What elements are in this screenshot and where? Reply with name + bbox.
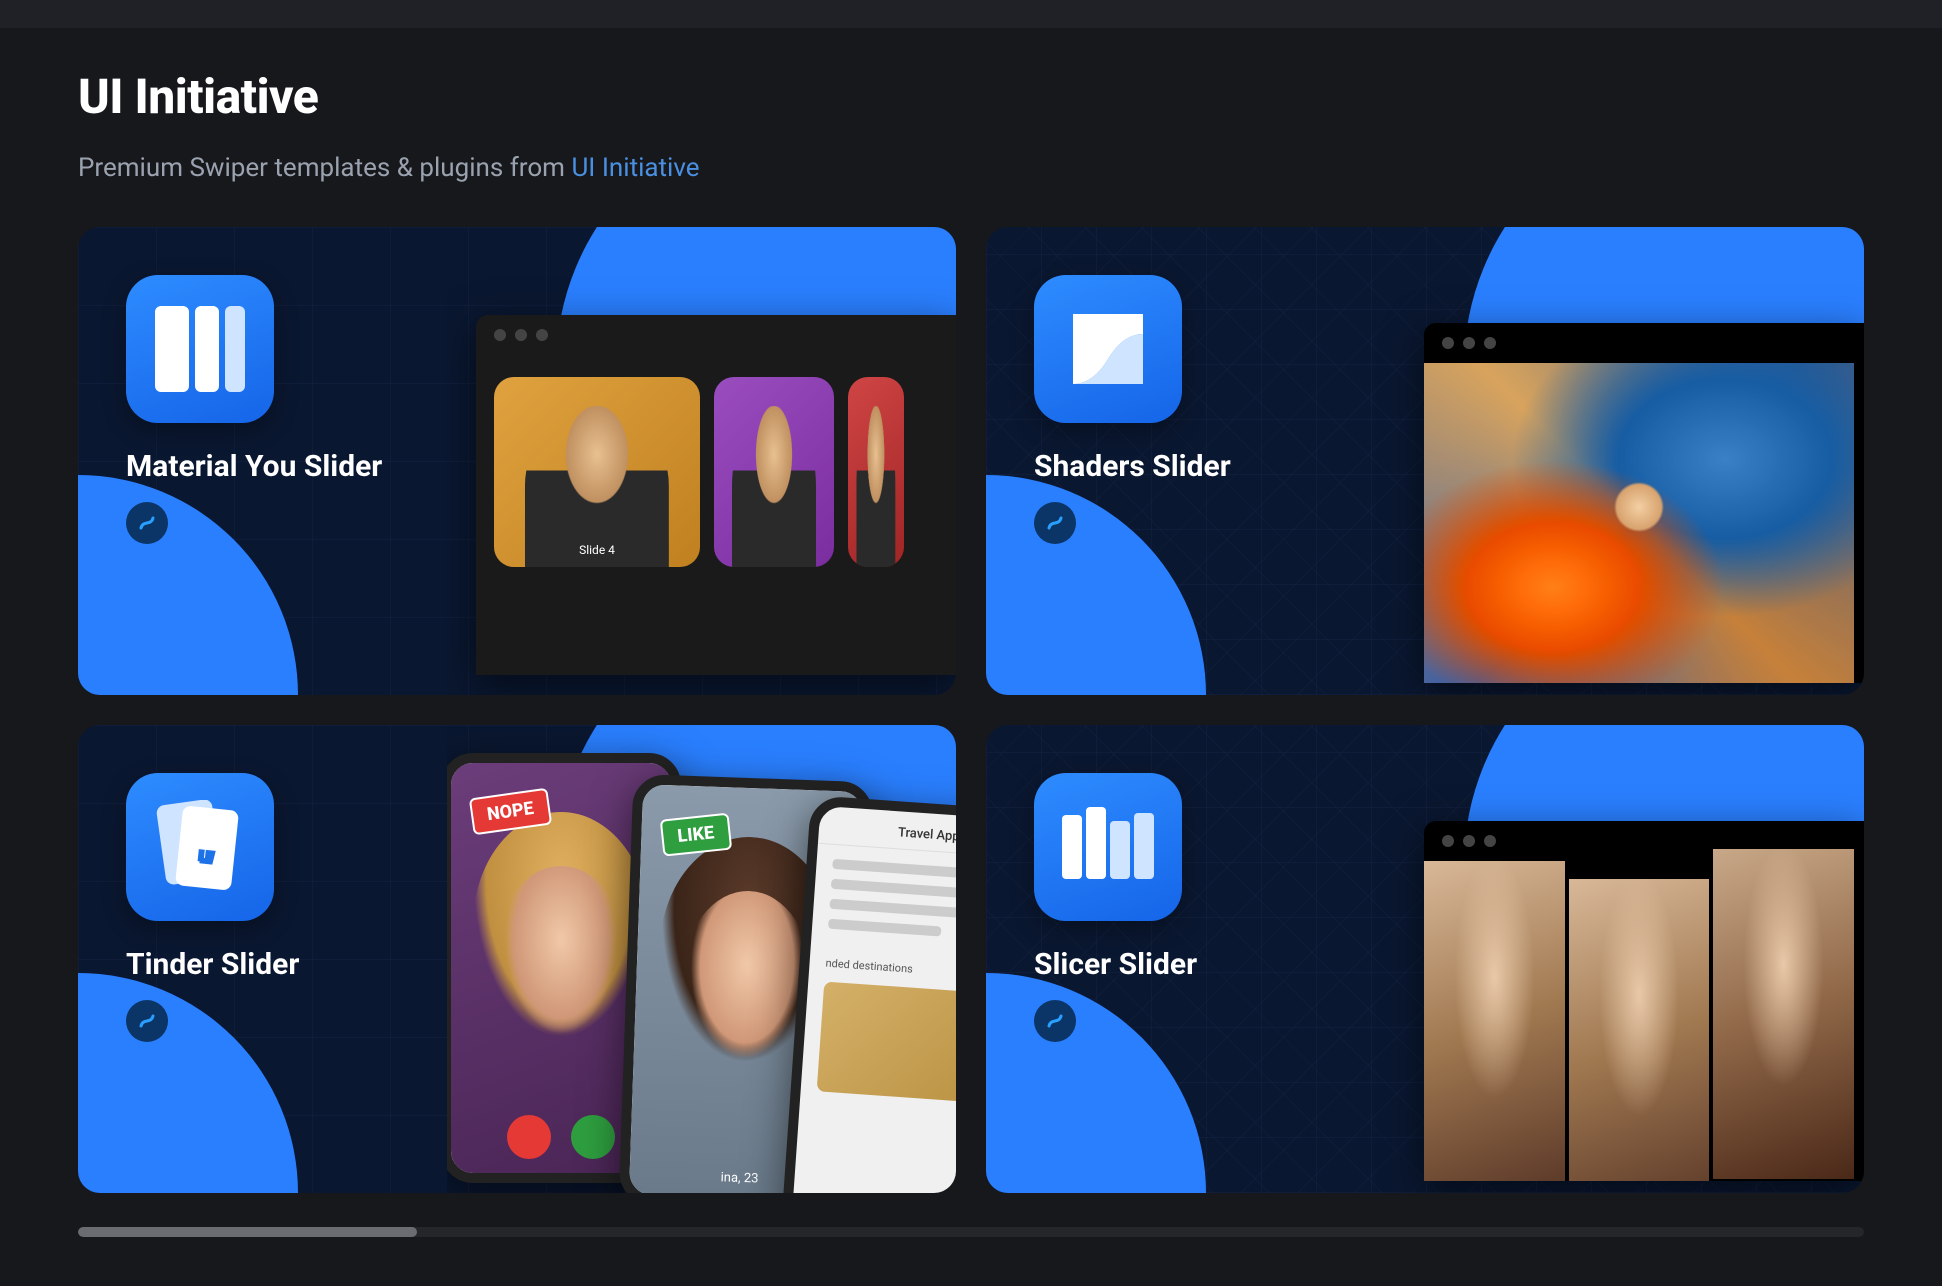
template-card-tinder[interactable]: Tinder Slider NOPE [78, 725, 956, 1193]
mockup-window [1424, 821, 1864, 1181]
window-controls [1424, 323, 1864, 363]
card-info: Shaders Slider [986, 227, 1355, 695]
slide-item [848, 377, 904, 567]
main-container: UI Initiative Premium Swiper templates &… [0, 28, 1942, 1257]
slide-caption: Slide 4 [494, 543, 700, 557]
destination-image [817, 982, 956, 1105]
card-info: Tinder Slider [78, 725, 447, 1193]
reject-icon [507, 1115, 551, 1159]
swiper-icon [126, 502, 168, 544]
swiper-icon [126, 1000, 168, 1042]
window-controls [476, 315, 956, 355]
card-title: Shaders Slider [1034, 449, 1355, 484]
slider-preview: Slide 4 [476, 355, 956, 567]
phone-mockups: NOPE LIKE ina, 23 Travel App [447, 753, 956, 1193]
card-title: Material You Slider [126, 449, 447, 484]
card-preview [1355, 227, 1864, 695]
card-preview [1355, 725, 1864, 1193]
card-title: Tinder Slider [126, 947, 447, 982]
like-badge: LIKE [660, 813, 732, 857]
page-subtitle: Premium Swiper templates & plugins from … [78, 153, 1864, 183]
columns-icon [126, 275, 274, 423]
card-title: Slicer Slider [1034, 947, 1355, 982]
cards-like-icon [126, 773, 274, 921]
template-grid: Material You Slider Slide 4 [78, 227, 1864, 1193]
wave-icon [1034, 275, 1182, 423]
mockup-window: Slide 4 [476, 315, 956, 675]
slide-item [714, 377, 834, 567]
card-info: Material You Slider [78, 227, 447, 695]
ui-initiative-link[interactable]: UI Initiative [571, 153, 699, 183]
mockup-window [1424, 323, 1864, 683]
template-card-shaders[interactable]: Shaders Slider [986, 227, 1864, 695]
template-card-slicer[interactable]: Slicer Slider [986, 725, 1864, 1193]
call-icon [571, 1115, 615, 1159]
top-bar [0, 0, 1942, 28]
card-preview: NOPE LIKE ina, 23 Travel App [447, 725, 956, 1193]
page-title: UI Initiative [78, 68, 1864, 125]
bars-icon [1034, 773, 1182, 921]
horizontal-scrollbar[interactable] [78, 1227, 1864, 1237]
slide-item: Slide 4 [494, 377, 700, 567]
template-card-material-you[interactable]: Material You Slider Slide 4 [78, 227, 956, 695]
phone-mockup: Travel App nded destinations [781, 795, 956, 1193]
slicer-image [1424, 861, 1854, 1181]
subtitle-text: Premium Swiper templates & plugins from [78, 153, 571, 183]
scrollbar-thumb[interactable] [78, 1227, 417, 1237]
card-preview: Slide 4 [447, 227, 956, 695]
card-info: Slicer Slider [986, 725, 1355, 1193]
profile-name: ina, 23 [720, 1170, 758, 1186]
shader-image [1424, 363, 1854, 683]
swiper-icon [1034, 1000, 1076, 1042]
swiper-icon [1034, 502, 1076, 544]
